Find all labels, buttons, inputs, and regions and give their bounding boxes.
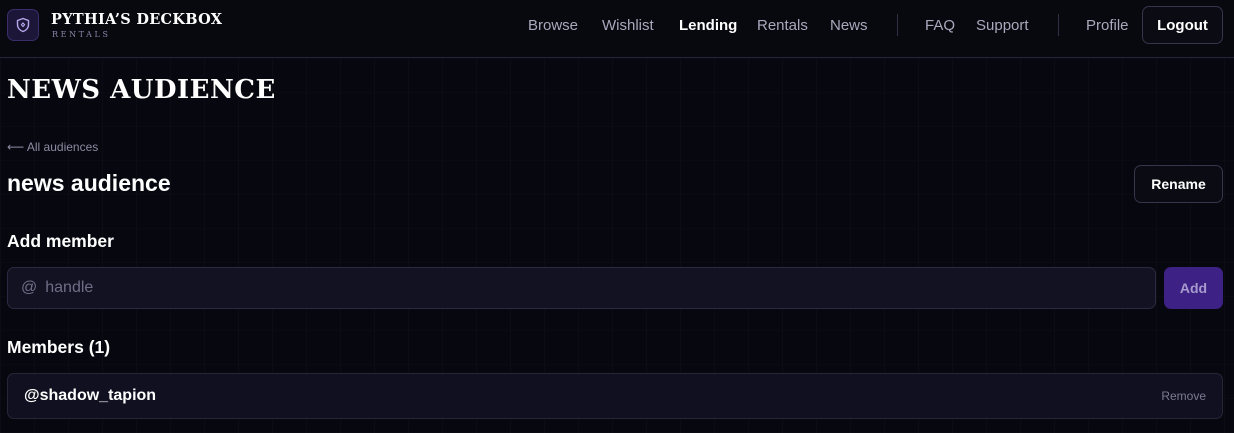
nav-link-faq[interactable]: FAQ [925,17,955,34]
top-nav-bar: PYTHIA’S DECKBOX RENTALS Browse Wishlist… [0,0,1234,58]
handle-input[interactable] [45,268,1155,308]
at-sign-icon: @ [21,279,38,296]
member-list-item: @shadow_tapion Remove [7,373,1223,419]
nav-link-browse[interactable]: Browse [528,17,578,34]
rename-button[interactable]: Rename [1134,165,1223,203]
nav-link-lending[interactable]: Lending [679,17,737,34]
nav-link-news[interactable]: News [830,17,868,34]
audience-name: news audience [7,170,171,196]
remove-member-button[interactable]: Remove [1161,389,1206,403]
logout-button[interactable]: Logout [1142,6,1223,44]
nav-link-profile[interactable]: Profile [1086,17,1129,34]
member-handle: @shadow_tapion [24,387,157,404]
add-member-button[interactable]: Add [1164,267,1223,309]
nav-divider [897,14,898,36]
nav-link-rentals[interactable]: Rentals [757,17,808,34]
members-heading: Members (1) [7,337,111,357]
nav-divider [1058,14,1059,36]
nav-link-support[interactable]: Support [976,17,1029,34]
handle-input-field[interactable]: @ [7,267,1156,309]
nav-link-wishlist[interactable]: Wishlist [602,17,654,34]
main-nav: Browse Wishlist Lending Rentals News FAQ… [0,0,1234,50]
page-title: NEWS AUDIENCE [7,75,276,105]
back-to-audiences-link[interactable]: ⟵ All audiences [7,140,98,154]
add-member-heading: Add member [7,231,114,251]
